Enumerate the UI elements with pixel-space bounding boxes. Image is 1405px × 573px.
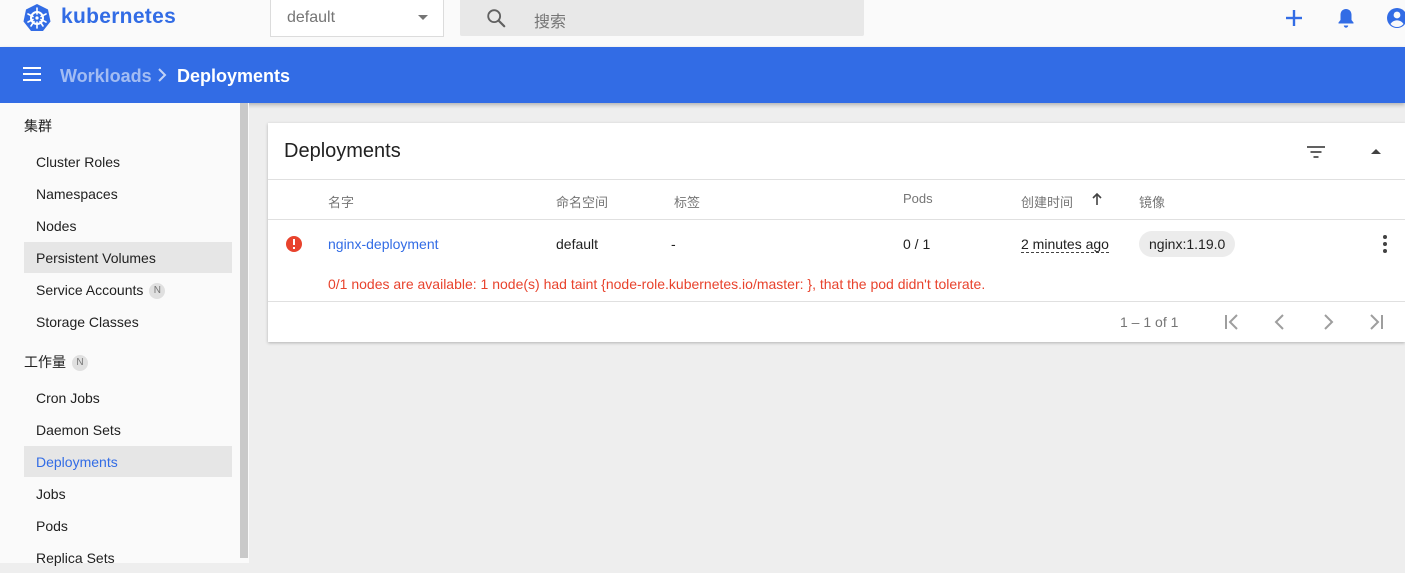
sidebar-scrollbar[interactable] (240, 103, 248, 558)
breadcrumb-toolbar: Workloads Deployments (0, 47, 1405, 103)
sort-ascending-icon[interactable] (1090, 191, 1104, 207)
card-title: Deployments (284, 140, 401, 162)
sidebar-item-label: Nodes (36, 218, 77, 234)
kubernetes-logo-icon[interactable] (22, 3, 52, 33)
sidebar-item-nodes[interactable]: Nodes (24, 210, 232, 241)
dropdown-arrow-icon (418, 15, 428, 20)
collapse-arrow-icon[interactable] (1365, 141, 1387, 163)
divider (268, 179, 1405, 180)
breadcrumb-deployments: Deployments (177, 66, 291, 86)
deployment-pods: 0 / 1 (903, 236, 931, 252)
search-bar[interactable]: 搜索 (460, 0, 864, 36)
error-message: 0/1 nodes are available: 1 node(s) had t… (328, 276, 986, 292)
sidebar-item-namespaces[interactable]: Namespaces (24, 178, 232, 209)
sidebar-item-label: Storage Classes (36, 314, 139, 330)
more-vertical-icon[interactable] (1375, 233, 1395, 255)
sidebar-section-workloads[interactable]: 工作量 N (24, 352, 88, 372)
sidebar-item-label: Cron Jobs (36, 390, 100, 406)
sidebar-item-label: Service Accounts N (36, 282, 166, 300)
column-header-labels: 标签 (674, 195, 701, 210)
divider (268, 219, 1405, 220)
namespaced-badge: N (149, 283, 166, 300)
deployment-namespace: default (556, 236, 599, 252)
sidebar-item-label: Deployments (36, 454, 118, 470)
column-header-name[interactable]: 名字 (328, 192, 354, 211)
sidebar-section-cluster[interactable]: 集群 (24, 116, 52, 136)
sidebar-item-pods[interactable]: Pods (24, 510, 232, 541)
column-header-images: 镜像 (1139, 195, 1166, 210)
previous-page-icon[interactable] (1268, 310, 1292, 334)
sidebar-item-deployments[interactable]: Deployments (24, 446, 232, 477)
deployments-card: Deployments 名字 命名空间 标签 Pods 创建时间 镜像 ngin… (268, 123, 1405, 342)
sidebar-item-cron-jobs[interactable]: Cron Jobs (24, 382, 232, 413)
sidebar-item-daemon-sets[interactable]: Daemon Sets (24, 414, 232, 445)
sidebar-item-label: Namespaces (36, 186, 118, 202)
divider (268, 301, 1405, 302)
column-header-namespace[interactable]: 命名空间 (556, 192, 608, 211)
brand-name[interactable]: kubernetes (61, 5, 176, 29)
first-page-icon[interactable] (1220, 310, 1244, 334)
error-status-icon (286, 236, 302, 252)
menu-icon[interactable] (22, 64, 42, 84)
deployment-labels: - (671, 236, 676, 252)
sidebar-item-label: Replica Sets (36, 550, 115, 566)
sidebar-item-cluster-roles[interactable]: Cluster Roles (24, 146, 232, 177)
sidebar: 集群 Cluster Roles Namespaces Nodes Persis… (0, 103, 249, 566)
notifications-bell-icon[interactable] (1334, 6, 1358, 30)
sidebar-item-label: Pods (36, 518, 68, 534)
sidebar-item-service-accounts[interactable]: Service Accounts N (24, 274, 232, 305)
deployment-age: 2 minutes ago (1021, 236, 1109, 253)
sidebar-item-persistent-volumes[interactable]: Persistent Volumes (24, 242, 232, 273)
column-header-created[interactable]: 创建时间 (1021, 192, 1073, 211)
breadcrumb-workloads[interactable]: Workloads (60, 66, 152, 87)
sidebar-item-label: Daemon Sets (36, 422, 121, 438)
sidebar-item-text: Service Accounts (36, 282, 144, 298)
next-page-icon[interactable] (1316, 310, 1340, 334)
namespace-value: default (287, 9, 336, 26)
search-input[interactable]: 搜索 (534, 8, 566, 32)
sidebar-item-label: Jobs (36, 486, 66, 502)
add-icon[interactable] (1282, 6, 1306, 30)
sidebar-item-replica-sets[interactable]: Replica Sets (24, 542, 232, 573)
column-header-pods: Pods (903, 191, 933, 206)
filter-icon[interactable] (1305, 141, 1327, 163)
top-bar: kubernetes default 搜索 (0, 0, 1405, 47)
sidebar-item-label: Persistent Volumes (36, 250, 156, 266)
deployment-name-link[interactable]: nginx-deployment (328, 236, 439, 252)
namespace-select[interactable]: default (270, 0, 444, 37)
sidebar-item-label: Cluster Roles (36, 154, 121, 170)
account-icon[interactable] (1385, 6, 1405, 30)
chevron-right-icon (158, 68, 167, 82)
last-page-icon[interactable] (1364, 310, 1388, 334)
search-icon (487, 9, 506, 28)
sidebar-item-storage-classes[interactable]: Storage Classes (24, 306, 232, 337)
namespaced-badge: N (72, 355, 88, 372)
sidebar-section-text: 工作量 (24, 354, 66, 370)
sidebar-item-jobs[interactable]: Jobs (24, 478, 232, 509)
image-chip: nginx:1.19.0 (1139, 231, 1236, 257)
pagination-range: 1 – 1 of 1 (1120, 314, 1179, 330)
